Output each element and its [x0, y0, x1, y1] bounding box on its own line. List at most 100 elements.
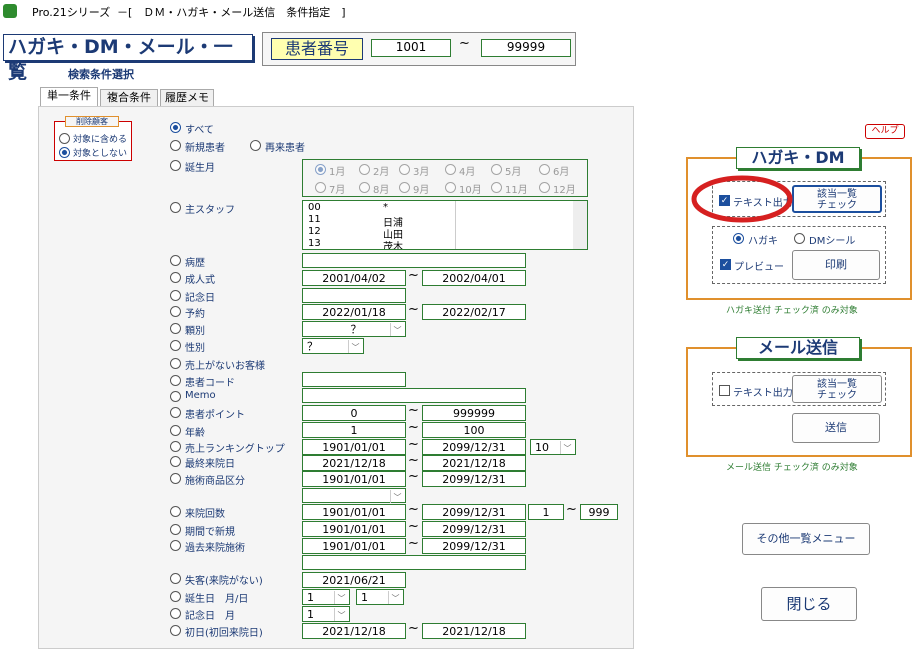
treatment-from-input[interactable]: 1901/01/01	[302, 471, 406, 487]
patient-to-input[interactable]: 99999	[481, 39, 571, 57]
gender-select[interactable]: ？ ﹀	[302, 338, 364, 354]
visits-max-input[interactable]: 999	[580, 504, 618, 520]
anniv-month-select[interactable]: 1 ﹀	[302, 606, 350, 622]
patient-from-input[interactable]: 1001	[371, 39, 451, 57]
patient-code-input[interactable]	[302, 372, 406, 387]
rank-to-input[interactable]: 2099/12/31	[422, 439, 526, 455]
cond-reserve-radio[interactable]	[170, 306, 181, 317]
visits-min-input[interactable]: 1	[528, 504, 564, 520]
chevron-down-icon[interactable]: ﹀	[388, 591, 402, 604]
lapsed-input[interactable]: 2021/06/21	[302, 572, 406, 588]
chevron-down-icon[interactable]: ﹀	[560, 441, 574, 454]
cond-age-radio[interactable]	[170, 425, 181, 436]
cond-new-period-radio[interactable]	[170, 524, 181, 535]
treatment-to-input[interactable]: 2099/12/31	[422, 471, 526, 487]
tab-history[interactable]: 履歴メモ	[160, 89, 214, 106]
memo-input[interactable]	[302, 388, 526, 403]
anniv-input[interactable]	[302, 288, 406, 303]
new-period-from-input[interactable]: 1901/01/01	[302, 521, 406, 537]
history-input[interactable]	[302, 253, 526, 268]
mail-text-output-checkbox[interactable]	[719, 385, 730, 396]
cond-first-visit-radio[interactable]	[170, 625, 181, 636]
month-2-radio[interactable]	[359, 164, 370, 175]
treatment-category-select[interactable]: ﹀	[302, 488, 406, 503]
adult-from-input[interactable]: 2001/04/02	[302, 270, 406, 286]
first-visit-from-input[interactable]: 2021/12/18	[302, 623, 406, 639]
cond-anniv-radio[interactable]	[170, 290, 181, 301]
past-treatment-to-input[interactable]: 2099/12/31	[422, 538, 526, 554]
cond-ranking-radio[interactable]	[170, 441, 181, 452]
cond-points-radio[interactable]	[170, 407, 181, 418]
month-7-radio[interactable]	[315, 182, 326, 193]
month-3-radio[interactable]	[399, 164, 410, 175]
staff-list[interactable]: 00 * 11 日浦 12 山田 13 茂木	[302, 200, 588, 250]
last-visit-to-input[interactable]: 2021/12/18	[422, 455, 526, 471]
age-from-input[interactable]: 1	[302, 422, 406, 438]
birthday-month-select[interactable]: 1 ﹀	[302, 589, 350, 605]
points-from-input[interactable]: 0	[302, 405, 406, 421]
rank-top-select[interactable]: 10 ﹀	[530, 439, 576, 455]
print-button[interactable]: 印刷	[792, 250, 880, 280]
mail-check-list-button[interactable]: 該当一覧 チェック	[792, 375, 882, 403]
age-to-input[interactable]: 100	[422, 422, 526, 438]
month-10-radio[interactable]	[445, 182, 456, 193]
adult-to-input[interactable]: 2002/04/01	[422, 270, 526, 286]
cond-all-radio[interactable]	[170, 122, 181, 133]
cond-past-treatment-radio[interactable]	[170, 540, 181, 551]
cond-birth-month-radio[interactable]	[170, 160, 181, 171]
tab-compound[interactable]: 複合条件	[100, 89, 158, 106]
close-button[interactable]: 閉じる	[761, 587, 857, 621]
chevron-down-icon[interactable]: ﹀	[334, 591, 348, 604]
exclude-include-radio[interactable]	[59, 133, 70, 144]
cond-birthday-radio[interactable]	[170, 591, 181, 602]
cond-gender-radio[interactable]	[170, 340, 181, 351]
chevron-down-icon[interactable]: ﹀	[348, 340, 362, 353]
cond-staff-radio[interactable]	[170, 202, 181, 213]
category-select[interactable]: ？ ﹀	[302, 321, 406, 337]
reserve-to-input[interactable]: 2022/02/17	[422, 304, 526, 320]
help-button[interactable]: ヘルプ	[865, 124, 905, 139]
month-9-radio[interactable]	[399, 182, 410, 193]
cond-new-radio[interactable]	[170, 140, 181, 151]
send-button[interactable]: 送信	[792, 413, 880, 443]
preview-checkbox[interactable]: ✓	[720, 259, 731, 270]
other-menu-button[interactable]: その他一覧メニュー	[742, 523, 870, 555]
cond-adult-radio[interactable]	[170, 272, 181, 283]
hagaki-radio[interactable]	[733, 233, 744, 244]
month-4-radio[interactable]	[445, 164, 456, 175]
new-period-to-input[interactable]: 2099/12/31	[422, 521, 526, 537]
dm-seal-radio[interactable]	[794, 233, 805, 244]
exclude-exclude-radio[interactable]	[59, 147, 70, 158]
past-treatment-from-input[interactable]: 1901/01/01	[302, 538, 406, 554]
cond-anniv2-radio[interactable]	[170, 608, 181, 619]
chevron-down-icon[interactable]: ﹀	[334, 608, 348, 621]
cond-patient-code-radio[interactable]	[170, 375, 181, 386]
tab-single[interactable]: 単一条件	[40, 87, 98, 107]
month-11-radio[interactable]	[491, 182, 502, 193]
chevron-down-icon[interactable]: ﹀	[390, 490, 404, 503]
reserve-from-input[interactable]: 2022/01/18	[302, 304, 406, 320]
points-to-input[interactable]: 999999	[422, 405, 526, 421]
cond-no-sales-radio[interactable]	[170, 358, 181, 369]
cond-last-visit-radio[interactable]	[170, 456, 181, 467]
chevron-down-icon[interactable]: ﹀	[390, 323, 404, 336]
cond-memo-radio[interactable]	[170, 391, 181, 402]
month-6-radio[interactable]	[539, 164, 550, 175]
month-12-radio[interactable]	[539, 182, 550, 193]
cond-lapsed-radio[interactable]	[170, 573, 181, 584]
month-5-radio[interactable]	[491, 164, 502, 175]
month-1-radio[interactable]	[315, 164, 326, 175]
visits-to-input[interactable]: 2099/12/31	[422, 504, 526, 520]
cond-history-radio[interactable]	[170, 255, 181, 266]
cond-visits-radio[interactable]	[170, 506, 181, 517]
last-visit-from-input[interactable]: 2021/12/18	[302, 455, 406, 471]
first-visit-to-input[interactable]: 2021/12/18	[422, 623, 526, 639]
visits-from-input[interactable]: 1901/01/01	[302, 504, 406, 520]
cond-repeat-radio[interactable]	[250, 140, 261, 151]
birthday-day-select[interactable]: 1 ﹀	[356, 589, 404, 605]
cond-category-radio[interactable]	[170, 323, 181, 334]
rank-from-input[interactable]: 1901/01/01	[302, 439, 406, 455]
cond-treatment-radio[interactable]	[170, 473, 181, 484]
hagaki-check-list-button[interactable]: 該当一覧 チェック	[792, 185, 882, 213]
month-8-radio[interactable]	[359, 182, 370, 193]
